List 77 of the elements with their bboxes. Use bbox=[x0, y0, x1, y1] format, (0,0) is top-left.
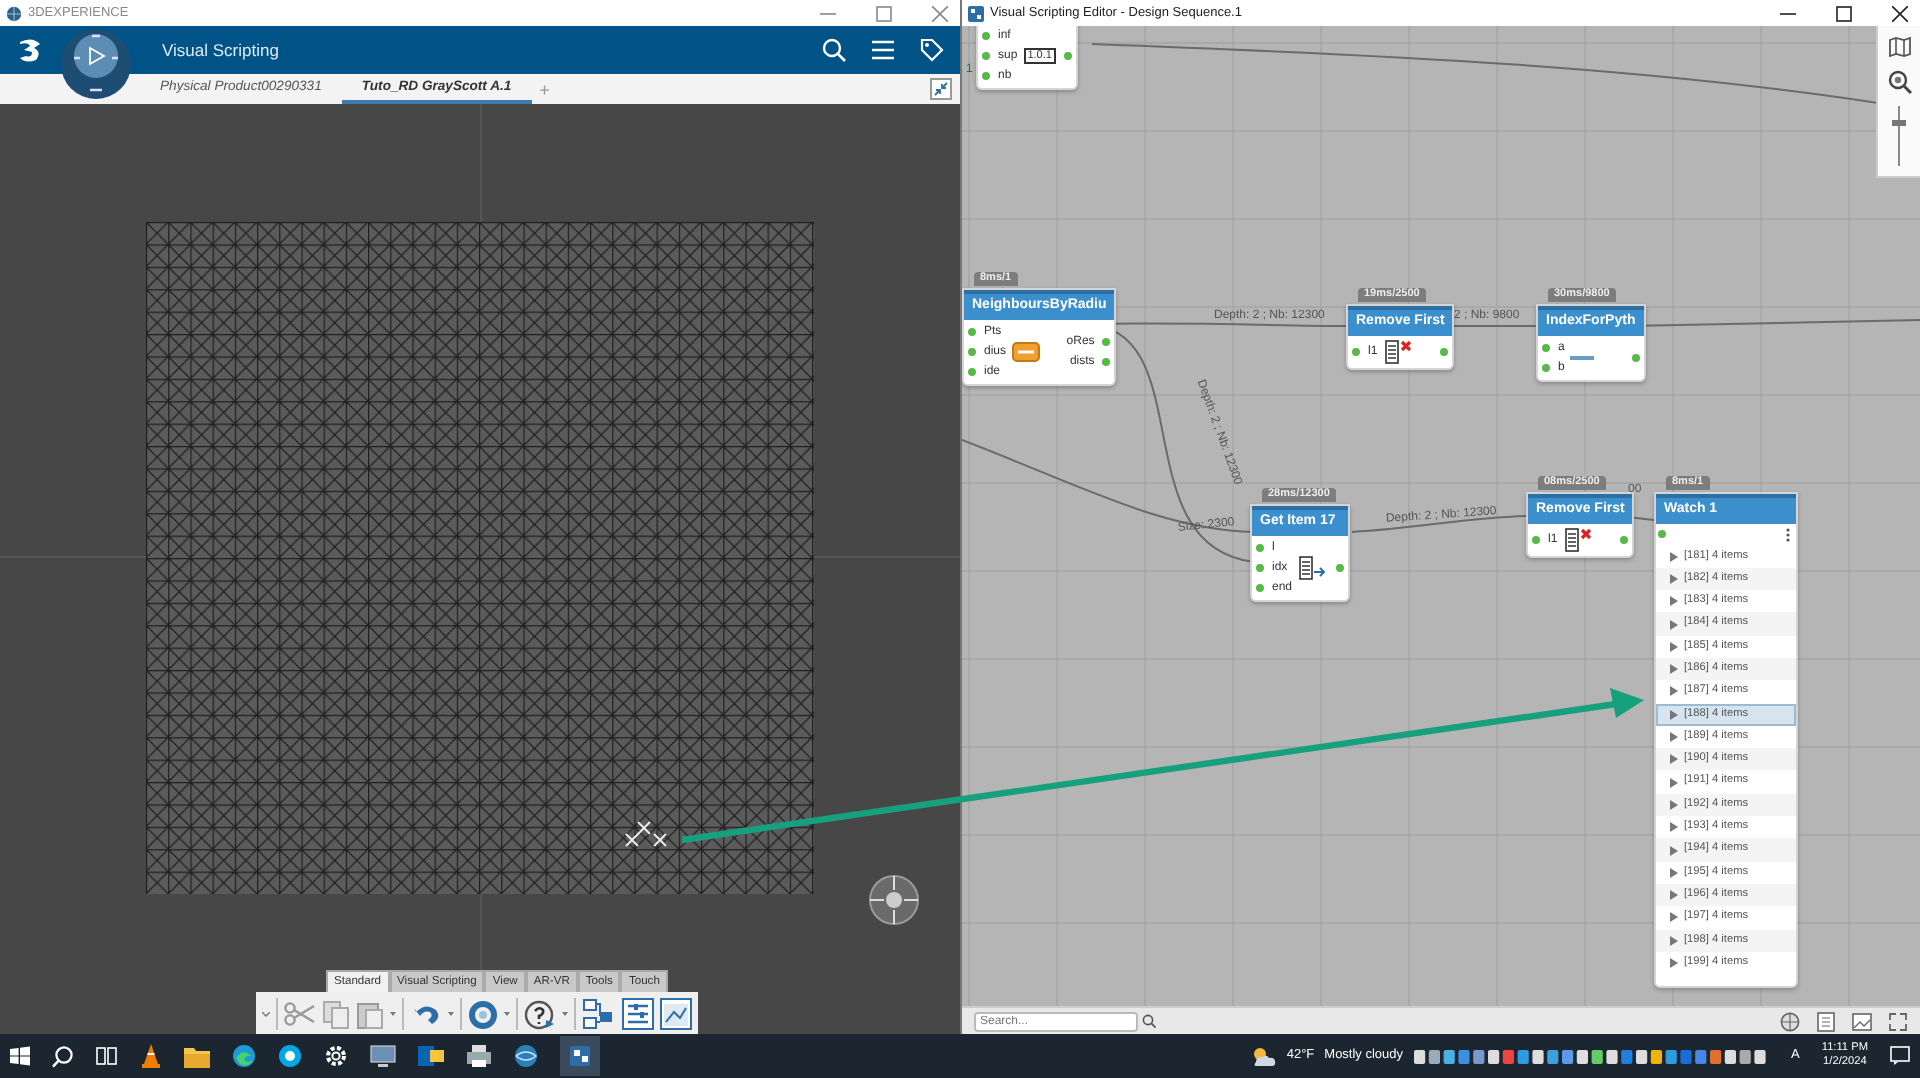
fullscreen-button[interactable] bbox=[930, 78, 952, 100]
folder-icon[interactable] bbox=[184, 1045, 210, 1067]
traffic-cone-icon[interactable] bbox=[140, 1044, 162, 1068]
caret-icon[interactable] bbox=[448, 1012, 454, 1016]
port-dot[interactable] bbox=[966, 345, 978, 357]
mail-app-icon[interactable] bbox=[418, 1044, 444, 1068]
list-remove-icon bbox=[1563, 527, 1592, 551]
maximize-icon[interactable] bbox=[1836, 5, 1852, 21]
chart-panel-icon[interactable] bbox=[660, 998, 692, 1030]
port-dot[interactable] bbox=[966, 365, 978, 377]
globe-settings-icon[interactable] bbox=[1780, 1011, 1800, 1031]
list-remove-icon bbox=[1383, 339, 1412, 363]
port-dot[interactable] bbox=[1540, 341, 1552, 353]
sphere-icon[interactable] bbox=[514, 1044, 538, 1068]
list-arrow-icon bbox=[1298, 555, 1329, 579]
nodes-icon[interactable] bbox=[582, 998, 616, 1030]
fit-view-icon[interactable] bbox=[1888, 1011, 1908, 1031]
port-dot[interactable] bbox=[1438, 345, 1451, 357]
port-dot[interactable] bbox=[980, 70, 992, 82]
editor-app-icon bbox=[968, 5, 984, 21]
zoom-icon[interactable] bbox=[1887, 70, 1911, 94]
editor-panel-icon[interactable] bbox=[622, 998, 654, 1030]
port-dot[interactable] bbox=[1100, 355, 1113, 367]
notification-icon[interactable] bbox=[1890, 1046, 1910, 1066]
paste-icon[interactable] bbox=[356, 999, 384, 1029]
collapse-caret-icon[interactable] bbox=[262, 1011, 270, 1017]
collapse-icon bbox=[934, 82, 948, 96]
gear-icon[interactable] bbox=[324, 1044, 348, 1068]
help-icon[interactable] bbox=[524, 999, 556, 1029]
image-icon[interactable] bbox=[1852, 1011, 1872, 1031]
axis-gizmo-icon bbox=[864, 870, 924, 930]
port-dot[interactable] bbox=[1254, 561, 1266, 573]
windows-start-icon[interactable] bbox=[10, 1046, 30, 1066]
port-dot[interactable] bbox=[980, 50, 992, 62]
scissors-icon[interactable] bbox=[284, 1000, 316, 1028]
caret-icon[interactable] bbox=[390, 1012, 396, 1016]
task-view-icon[interactable] bbox=[96, 1046, 118, 1066]
port-dot[interactable] bbox=[1656, 527, 1668, 539]
port-dot[interactable] bbox=[1618, 533, 1631, 545]
port-dot[interactable] bbox=[1334, 561, 1347, 573]
port-dot[interactable] bbox=[1254, 581, 1266, 593]
tag-icon bbox=[1012, 341, 1041, 361]
expand-icon bbox=[1670, 709, 1678, 720]
dash-icon bbox=[1570, 353, 1595, 361]
weather-icon bbox=[1250, 1045, 1277, 1067]
port-dot[interactable] bbox=[1530, 533, 1542, 545]
active-app-icon[interactable] bbox=[560, 1036, 600, 1076]
port-dot[interactable] bbox=[1629, 351, 1642, 363]
globe-icon bbox=[6, 5, 22, 21]
expand-icon bbox=[1670, 867, 1678, 878]
caret-icon[interactable] bbox=[504, 1012, 510, 1016]
expand-icon bbox=[1670, 596, 1678, 607]
caret-icon[interactable] bbox=[562, 1012, 568, 1016]
cycle-icon[interactable] bbox=[468, 999, 498, 1029]
chat-app-icon[interactable] bbox=[278, 1044, 302, 1068]
tag-icon[interactable] bbox=[920, 38, 944, 62]
computer-icon[interactable] bbox=[370, 1044, 396, 1068]
map-icon[interactable] bbox=[1887, 36, 1911, 58]
search-icon[interactable] bbox=[822, 38, 846, 62]
menu-icon[interactable] bbox=[872, 40, 894, 60]
port-dot[interactable] bbox=[1100, 335, 1113, 347]
search-icon bbox=[1142, 1014, 1156, 1028]
document-icon[interactable] bbox=[1816, 1011, 1836, 1031]
port-dot[interactable] bbox=[1350, 345, 1362, 357]
slider-thumb[interactable] bbox=[1892, 119, 1906, 126]
port-dot[interactable] bbox=[1540, 361, 1552, 373]
expand-icon bbox=[1670, 822, 1678, 833]
printer-icon[interactable] bbox=[466, 1044, 492, 1068]
port-dot[interactable] bbox=[966, 325, 978, 337]
port-dot[interactable] bbox=[1061, 50, 1074, 62]
app-title: Visual Scripting bbox=[162, 37, 279, 63]
expand-icon bbox=[1670, 845, 1678, 855]
browser-icon[interactable] bbox=[232, 1044, 256, 1068]
close-icon[interactable] bbox=[1892, 5, 1908, 21]
search-icon[interactable] bbox=[52, 1045, 74, 1067]
port-dot[interactable] bbox=[980, 30, 992, 42]
port-dot[interactable] bbox=[1254, 541, 1266, 553]
